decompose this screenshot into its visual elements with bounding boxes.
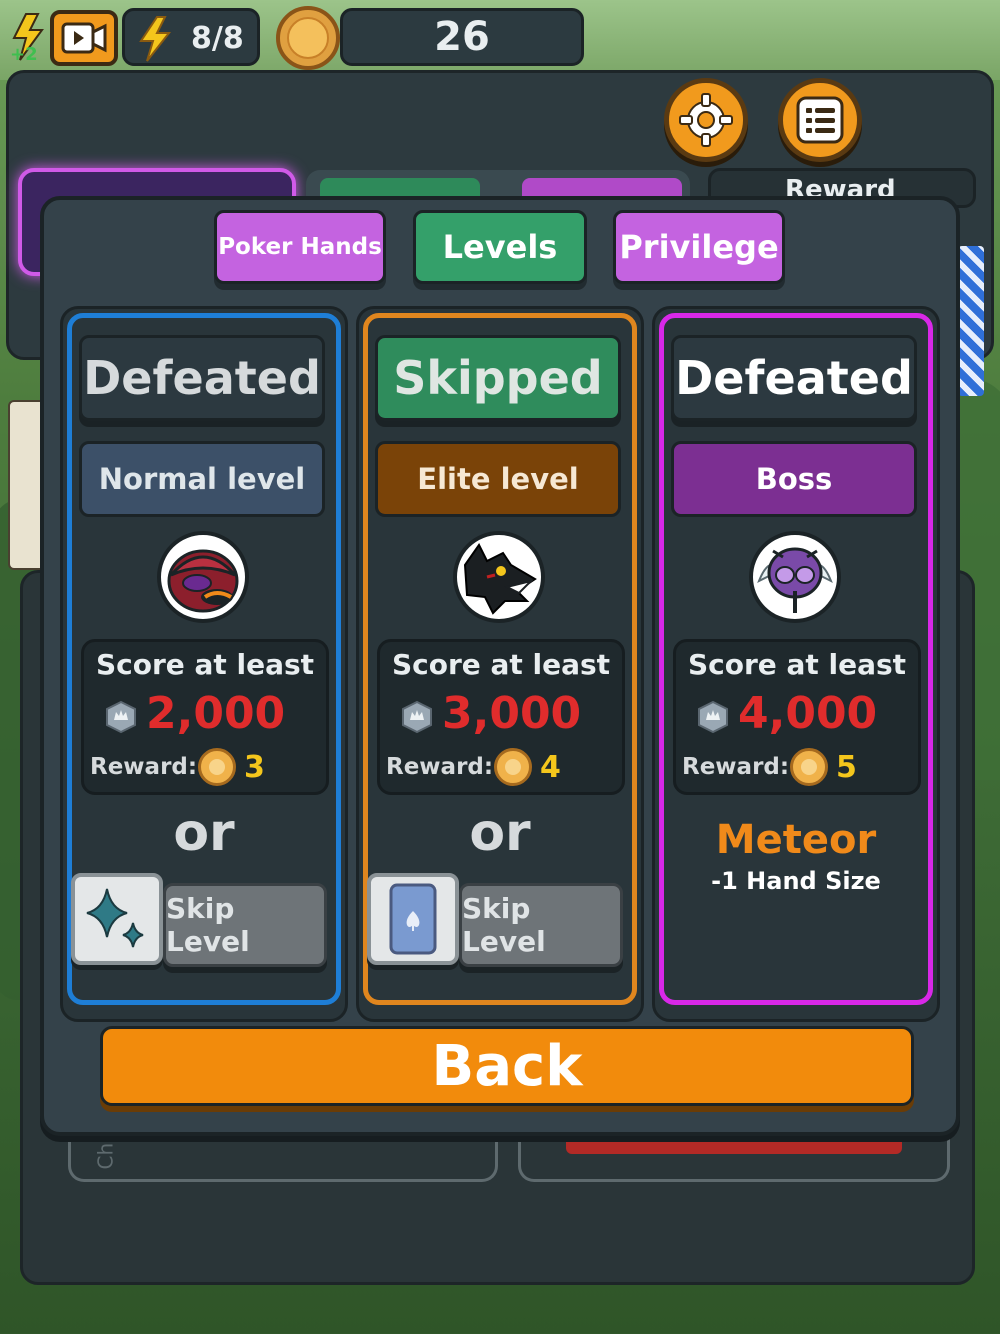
level-status: Defeated bbox=[671, 335, 917, 421]
tab-poker-hands[interactable]: Poker Hands bbox=[214, 210, 386, 284]
enemy-avatar-mosquito-icon bbox=[749, 531, 841, 623]
enemy-avatar-wolf-icon bbox=[453, 531, 545, 623]
background-card-edge bbox=[566, 1136, 902, 1154]
score-label: Score at least bbox=[687, 648, 907, 681]
score-requirement: Score at least 4,000 Reward: 5 bbox=[673, 639, 921, 795]
level-card-normal: Defeated Normal level Score at least 2,0… bbox=[60, 306, 348, 1022]
svg-text:+2: +2 bbox=[10, 44, 38, 62]
score-requirement: Score at least 2,000 Reward: 3 bbox=[81, 639, 329, 795]
reward-label: Reward: bbox=[386, 754, 494, 780]
skip-level-button[interactable]: Skip Level bbox=[163, 883, 327, 967]
coin-icon bbox=[198, 748, 236, 786]
video-icon bbox=[61, 22, 107, 54]
or-label: or bbox=[173, 803, 235, 863]
background-card-back bbox=[958, 246, 984, 396]
gold-text: 26 bbox=[434, 14, 490, 60]
level-status: Defeated bbox=[79, 335, 325, 421]
score-label: Score at least bbox=[95, 648, 315, 681]
skip-level-button[interactable]: Skip Level bbox=[459, 883, 623, 967]
chip-icon bbox=[698, 700, 728, 734]
chip-icon bbox=[106, 700, 136, 734]
boss-ability-effect: -1 Hand Size bbox=[711, 867, 881, 895]
energy-counter: 8/8 bbox=[122, 8, 260, 66]
level-type: Elite level bbox=[375, 441, 621, 517]
gold-counter: 26 bbox=[340, 8, 584, 66]
level-type: Boss bbox=[671, 441, 917, 517]
card-spade-tag-icon bbox=[367, 873, 459, 965]
reward-value: 4 bbox=[540, 750, 561, 785]
watch-video-button[interactable] bbox=[50, 10, 118, 66]
reward-label: Reward: bbox=[682, 754, 790, 780]
level-status: Skipped bbox=[375, 335, 621, 421]
score-requirement: Score at least 3,000 Reward: 4 bbox=[377, 639, 625, 795]
level-card-boss: Defeated Boss Score at least 4,000 Rewar… bbox=[652, 306, 940, 1022]
tab-levels[interactable]: Levels bbox=[413, 210, 587, 284]
menu-button[interactable] bbox=[778, 78, 862, 162]
level-card-elite: Skipped Elite level Score at least 3,000… bbox=[356, 306, 644, 1022]
enemy-avatar-beetle-icon bbox=[157, 531, 249, 623]
settings-button[interactable] bbox=[664, 78, 748, 162]
list-icon bbox=[796, 96, 844, 144]
score-value: 2,000 bbox=[146, 688, 286, 739]
score-label: Score at least bbox=[391, 648, 611, 681]
gold-coin-icon bbox=[276, 6, 340, 70]
back-button[interactable]: Back bbox=[100, 1026, 914, 1106]
sparkle-tag-icon bbox=[71, 873, 163, 965]
coin-icon bbox=[790, 748, 828, 786]
boss-ability-name: Meteor bbox=[715, 817, 877, 863]
or-label: or bbox=[469, 803, 531, 863]
reward-label: Reward: bbox=[90, 754, 198, 780]
chip-icon bbox=[402, 700, 432, 734]
energy-plus-icon: +2 bbox=[8, 12, 52, 65]
lightning-icon bbox=[139, 16, 172, 62]
reward-value: 3 bbox=[244, 750, 265, 785]
background-side-label: Cha bbox=[93, 1130, 118, 1170]
score-value: 4,000 bbox=[738, 688, 878, 739]
score-value: 3,000 bbox=[442, 688, 582, 739]
energy-text: 8/8 bbox=[191, 21, 244, 56]
coin-icon bbox=[494, 748, 532, 786]
tab-privilege[interactable]: Privilege bbox=[613, 210, 785, 284]
reward-value: 5 bbox=[836, 750, 857, 785]
gear-icon bbox=[679, 93, 733, 147]
level-type: Normal level bbox=[79, 441, 325, 517]
